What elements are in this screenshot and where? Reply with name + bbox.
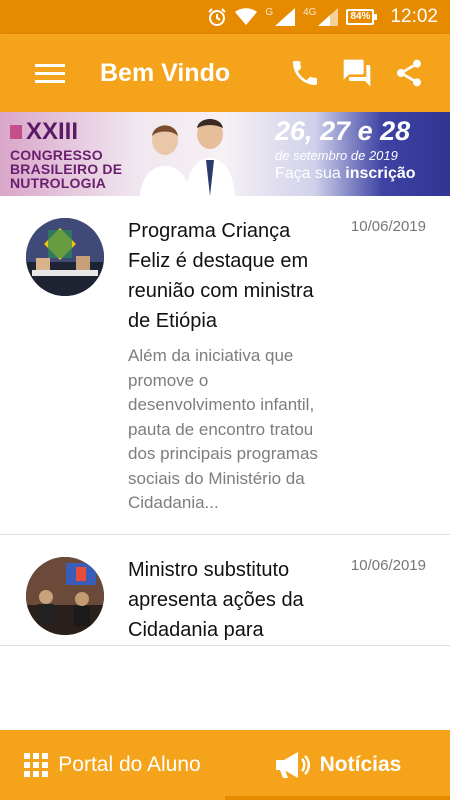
tab-portal-label: Portal do Aluno <box>58 753 201 776</box>
news-item[interactable]: Ministro substituto apresenta ações da C… <box>0 535 450 646</box>
megaphone-icon <box>275 752 310 778</box>
banner-month: de setembro de 2019 <box>275 148 398 163</box>
news-thumbnail <box>26 218 104 296</box>
menu-button[interactable] <box>0 34 100 112</box>
call-button[interactable] <box>288 56 322 90</box>
banner-line2: BRASILEIRO DE <box>10 161 123 177</box>
tab-noticias[interactable]: Notícias <box>225 730 450 800</box>
banner-cta-prefix: Faça sua <box>275 165 346 182</box>
share-button[interactable] <box>392 56 426 90</box>
share-icon <box>397 59 421 87</box>
banner-doctors-image <box>140 119 235 196</box>
banner-cta: Faça sua inscrição <box>275 165 416 183</box>
wifi-icon <box>235 8 258 26</box>
news-summary: Além da iniciativa que promove o desenvo… <box>128 346 318 512</box>
banner-edition: XXIII <box>26 118 79 145</box>
signal-icon-2 <box>318 8 339 26</box>
news-thumbnail <box>26 556 104 635</box>
news-title: Programa Criança Feliz é destaque em reu… <box>128 220 314 332</box>
news-feed[interactable]: Programa Criança Feliz é destaque em reu… <box>0 196 450 730</box>
app-bar: Bem Vindo <box>0 34 450 112</box>
status-clock: 12:02 <box>390 6 438 27</box>
network-type-label: G <box>265 6 274 18</box>
network-type-label-2: 4G <box>303 6 317 18</box>
banner-cta-bold: inscrição <box>345 165 416 182</box>
status-bar: G 4G 84% 12:02 <box>0 0 450 34</box>
menu-icon <box>35 59 65 88</box>
news-date: 10/06/2019 <box>350 218 426 235</box>
news-item[interactable]: Programa Criança Feliz é destaque em reu… <box>0 196 450 535</box>
news-title: Ministro substituto apresenta ações da C… <box>128 558 304 641</box>
congress-banner[interactable]: XXIII CONGRESSO BRASILEIRO DE NUTROLOGIA… <box>0 112 450 196</box>
banner-dates: 26, 27 e 28 <box>275 116 411 146</box>
chat-button[interactable] <box>340 56 374 90</box>
banner-line1: CONGRESSO <box>10 147 103 163</box>
phone-icon <box>293 61 317 85</box>
apps-grid-icon <box>24 753 49 777</box>
signal-icon <box>275 8 296 26</box>
app-title: Bem Vindo <box>100 58 231 87</box>
chat-icon <box>343 59 371 87</box>
tab-noticias-label: Notícias <box>319 753 402 776</box>
tab-portal-do-aluno[interactable]: Portal do Aluno <box>0 730 225 800</box>
battery-icon: 84% <box>346 9 378 25</box>
news-date: 10/06/2019 <box>350 556 426 574</box>
banner-line3: NUTROLOGIA <box>10 175 107 191</box>
alarm-icon <box>207 7 227 27</box>
bottom-nav: Portal do Aluno Notícias <box>0 730 450 800</box>
